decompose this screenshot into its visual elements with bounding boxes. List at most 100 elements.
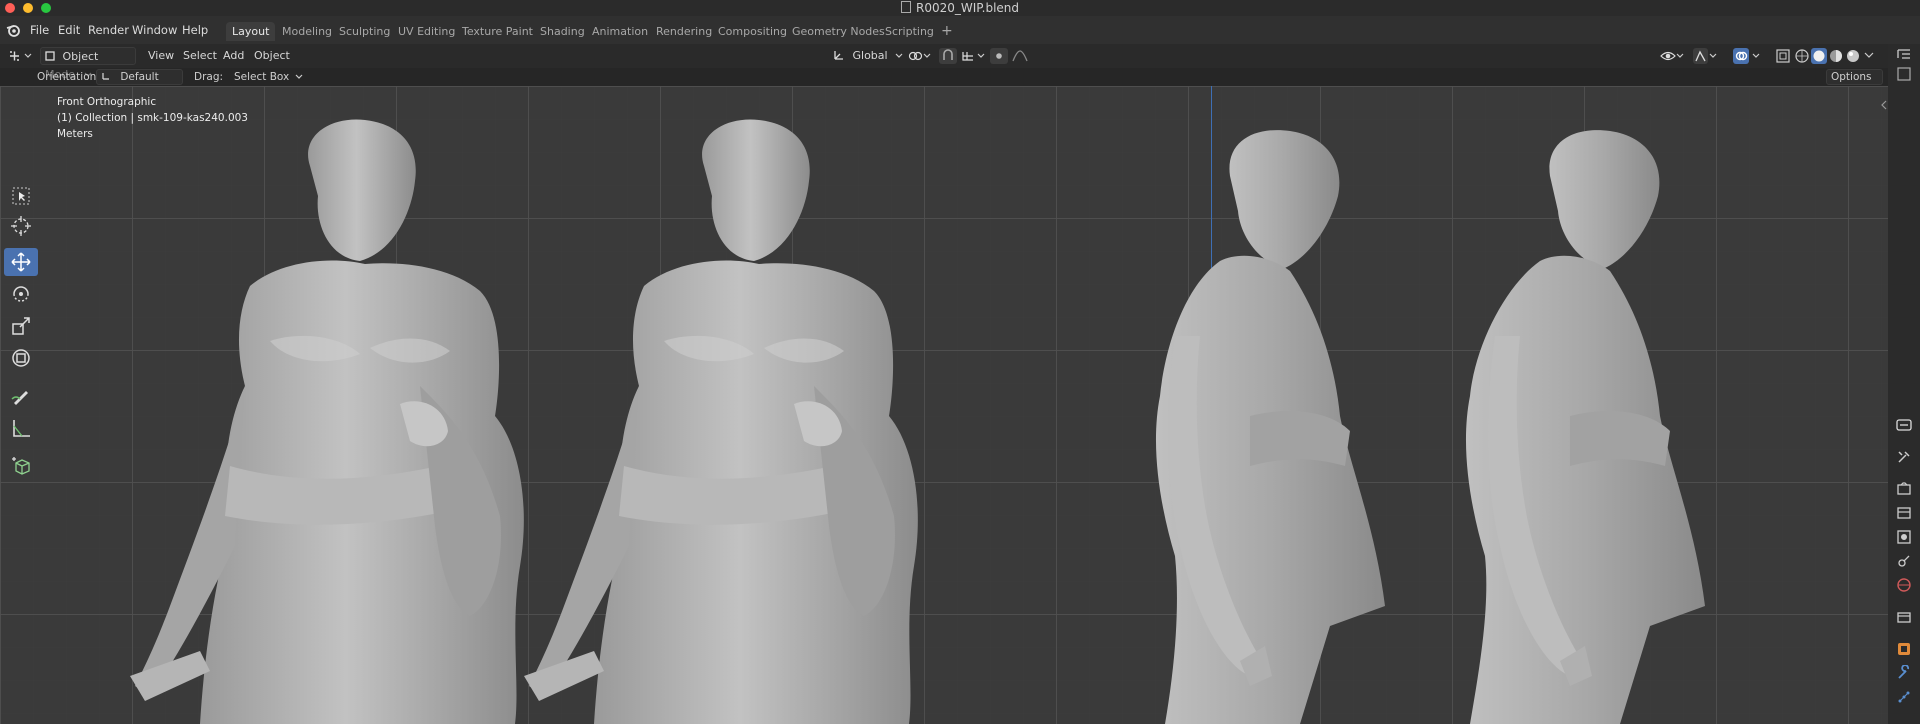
- 3d-viewport[interactable]: Front Orthographic (1) Collection | smk-…: [0, 86, 1888, 724]
- tab-shading[interactable]: Shading: [534, 22, 591, 41]
- outliner-filter-icon[interactable]: [1896, 66, 1912, 82]
- tool-select-box[interactable]: [4, 182, 38, 210]
- tab-layout[interactable]: Layout: [226, 22, 276, 41]
- shading-rendered-icon[interactable]: [1845, 48, 1861, 64]
- view-layer-properties-icon[interactable]: [1896, 529, 1912, 545]
- tab-sculpting[interactable]: Sculpting: [333, 22, 396, 41]
- tab-animation[interactable]: Animation: [586, 22, 654, 41]
- tab-scripting[interactable]: Scripting: [879, 22, 940, 41]
- object-properties-icon[interactable]: [1896, 641, 1912, 657]
- header-menu-add[interactable]: Add: [223, 47, 244, 65]
- orientation-label: Orientation:: [37, 71, 100, 83]
- tab-uv-editing[interactable]: UV Editing: [392, 22, 461, 41]
- properties-tab-strip: [1888, 44, 1920, 724]
- cursor-icon: [11, 216, 31, 236]
- tool-tab-icon[interactable]: [1896, 417, 1912, 433]
- output-properties-icon[interactable]: [1896, 505, 1912, 521]
- menu-file[interactable]: File: [30, 16, 49, 44]
- overlays-icon[interactable]: [1733, 48, 1761, 64]
- xray-toggle-icon[interactable]: [1775, 48, 1791, 64]
- tab-compositing[interactable]: Compositing: [712, 22, 793, 41]
- statue-front-2[interactable]: [524, 119, 918, 724]
- shading-wireframe-icon[interactable]: [1794, 48, 1810, 64]
- shading-material-icon[interactable]: [1828, 48, 1844, 64]
- document-icon: [900, 1, 911, 13]
- tab-geometry-nodes[interactable]: Geometry Nodes: [786, 22, 891, 41]
- viewport-header: Object Mode View Select Add Object Globa…: [0, 44, 1920, 81]
- gizmo-icon[interactable]: [1693, 48, 1717, 64]
- menu-render[interactable]: Render: [88, 16, 129, 44]
- tool-scale[interactable]: [4, 312, 38, 340]
- transform-orientation-label: Global: [852, 49, 888, 62]
- tool-cursor[interactable]: [4, 212, 38, 240]
- world-properties-icon[interactable]: [1896, 577, 1912, 593]
- orientation-dropdown[interactable]: Default: [96, 69, 183, 85]
- header-menu-object[interactable]: Object: [254, 47, 290, 65]
- tab-modeling[interactable]: Modeling: [276, 22, 338, 41]
- drag-dropdown[interactable]: Select Box: [234, 68, 303, 86]
- object-mode-icon: [45, 51, 55, 61]
- particle-properties-icon[interactable]: [1896, 689, 1912, 705]
- transform-orientation-selector[interactable]: Global: [833, 47, 903, 65]
- tool-transform[interactable]: [4, 344, 38, 372]
- orientation-axes-icon: [102, 73, 109, 80]
- drag-label: Drag:: [194, 71, 224, 83]
- tool-rotate[interactable]: [4, 280, 38, 308]
- editor-type-icon[interactable]: [8, 49, 34, 63]
- tool-annotate[interactable]: [4, 382, 38, 410]
- collection-properties-icon[interactable]: [1896, 609, 1912, 625]
- sidebar-expand-icon[interactable]: [1880, 100, 1888, 110]
- orientation-value: Default: [120, 71, 159, 83]
- orientation-axes-icon: [834, 51, 843, 60]
- visibility-icon[interactable]: [1660, 48, 1684, 64]
- tab-texture-paint[interactable]: Texture Paint: [456, 22, 539, 41]
- header-menu-select[interactable]: Select: [183, 47, 217, 65]
- move-icon: [11, 252, 31, 272]
- window-title: R0020_WIP.blend: [0, 0, 1920, 16]
- pivot-point-icon[interactable]: [908, 49, 932, 63]
- menu-help[interactable]: Help: [182, 16, 208, 44]
- statue-meshes: [130, 119, 1705, 724]
- add-cube-icon: [12, 457, 30, 475]
- menu-window[interactable]: Window: [132, 16, 177, 44]
- tool-settings-bar: Orientation: Default Drag: Select Box Op…: [0, 68, 1920, 93]
- tab-rendering[interactable]: Rendering: [650, 22, 718, 41]
- options-label: Options: [1831, 71, 1872, 83]
- select-box-icon: [12, 187, 30, 205]
- shading-solid-icon[interactable]: [1811, 48, 1827, 64]
- transform-icon: [12, 349, 30, 367]
- mode-selector[interactable]: Object Mode: [40, 47, 136, 81]
- active-collection-object: (1) Collection | smk-109-kas240.003: [57, 112, 248, 124]
- header-menu-view[interactable]: View: [148, 47, 174, 65]
- add-workspace-button[interactable]: +: [935, 22, 959, 41]
- proportional-editing-icon[interactable]: [990, 48, 1008, 64]
- tool-measure[interactable]: [4, 414, 38, 442]
- tool-move[interactable]: [4, 248, 38, 276]
- top-bar: File Edit Render Window Help Layout Mode…: [0, 16, 1920, 44]
- view-name: Front Orthographic: [57, 96, 157, 108]
- render-properties-icon[interactable]: [1896, 481, 1912, 497]
- statue-side-1[interactable]: [1155, 130, 1385, 724]
- tool-add-cube[interactable]: [4, 452, 38, 480]
- menu-edit[interactable]: Edit: [58, 16, 80, 44]
- snap-toggle-icon[interactable]: [939, 48, 957, 64]
- scale-icon: [12, 317, 30, 335]
- outliner-editor-icon[interactable]: [1896, 46, 1912, 62]
- tool-settings-icon[interactable]: [1896, 449, 1912, 465]
- measure-icon: [13, 420, 30, 437]
- blender-logo-icon[interactable]: [6, 23, 20, 37]
- chevron-down-icon[interactable]: [1864, 52, 1874, 60]
- scene-properties-icon[interactable]: [1896, 553, 1912, 569]
- options-dropdown[interactable]: Options: [1826, 69, 1883, 93]
- falloff-curve-icon[interactable]: [1011, 49, 1033, 63]
- snap-target-icon[interactable]: [961, 49, 987, 63]
- statue-side-2[interactable]: [1465, 130, 1705, 724]
- unit-system: Meters: [57, 128, 93, 140]
- statue-front-1[interactable]: [130, 119, 524, 724]
- title-bar: R0020_WIP.blend: [0, 0, 1920, 16]
- window-title-text: R0020_WIP.blend: [915, 1, 1020, 15]
- modifier-properties-icon[interactable]: [1896, 665, 1912, 681]
- annotate-icon: [11, 391, 28, 405]
- rotate-icon: [13, 286, 29, 302]
- drag-value: Select Box: [234, 71, 290, 83]
